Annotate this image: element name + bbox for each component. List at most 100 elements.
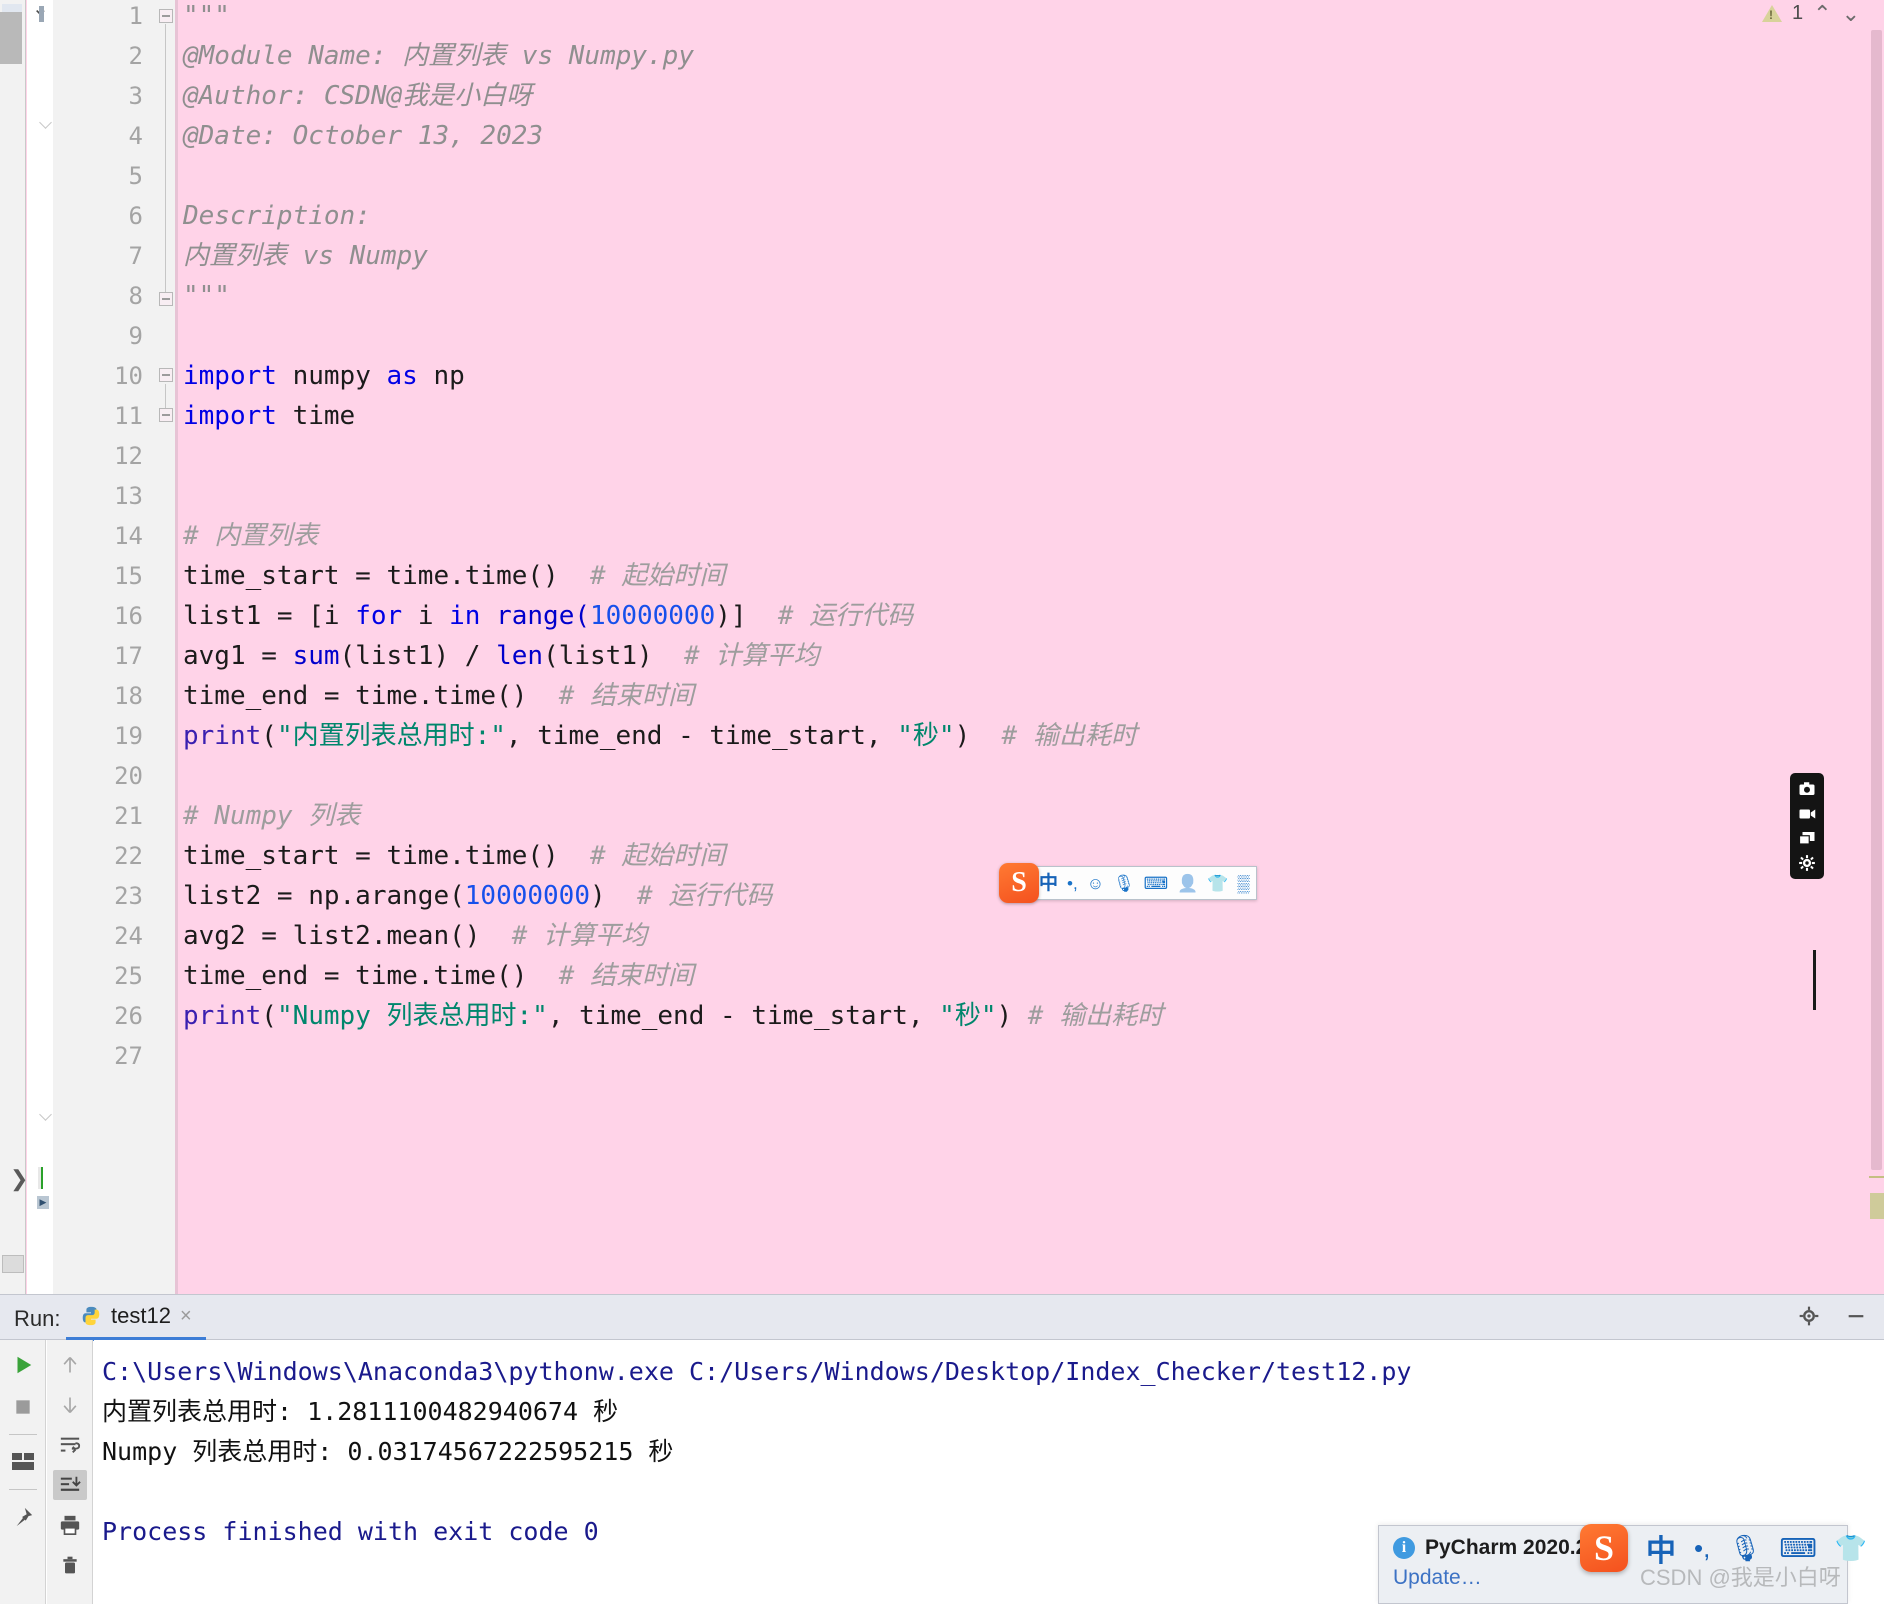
sogou-logo-icon[interactable]: S <box>999 863 1039 903</box>
sogou-logo-icon[interactable]: S <box>1580 1524 1628 1572</box>
ime-voice-icon[interactable]: 🎙 <box>1728 1533 1761 1564</box>
soft-wrap-button[interactable] <box>53 1430 87 1460</box>
clear-all-button[interactable] <box>53 1550 87 1580</box>
screen-recorder-widget[interactable] <box>1790 773 1824 879</box>
ime-skin-icon[interactable]: 👕 <box>1207 875 1228 892</box>
line-number: 5 <box>128 162 143 190</box>
code-token-cmt: # Numpy 列表 <box>183 801 361 831</box>
code-line-23[interactable]: list2 = np.arange(10000000) # 运行代码 <box>183 876 772 916</box>
code-token-def: , time_end - time_start, <box>505 721 898 751</box>
cursor-marker <box>39 6 44 22</box>
code-line-17[interactable]: avg1 = sum(list1) / len(list1) # 计算平均 <box>183 636 819 676</box>
chevron-down-icon[interactable]: ⌄ <box>1842 2 1860 25</box>
code-line-3[interactable]: @Author: CSDN@我是小白呀 <box>183 76 532 116</box>
scrollbar-warning-marker[interactable] <box>1870 1193 1884 1219</box>
code-content[interactable]: """ @Module Name: 内置列表 vs Numpy.py @Author… <box>175 0 1884 1294</box>
code-line-15[interactable]: time_start = time.time() # 起始时间 <box>183 556 725 596</box>
code-editor[interactable]: ❯ ⌄ ▶ 1234567891011121314151617181920212… <box>0 0 1884 1294</box>
code-line-26[interactable]: print("Numpy 列表总用时:", time_end - time_st… <box>183 996 1163 1036</box>
ime-punctuation-icon[interactable]: •, <box>1067 875 1078 892</box>
scrollbar-warning-line[interactable] <box>1869 1176 1884 1178</box>
code-line-19[interactable]: print("内置列表总用时:", time_end - time_start,… <box>183 716 1137 756</box>
run-toolbar-primary[interactable] <box>0 1340 46 1604</box>
gear-icon[interactable] <box>1797 854 1817 872</box>
editor-vertical-scrollbar[interactable] <box>1868 0 1884 1294</box>
code-line-6[interactable]: Description: <box>183 196 371 236</box>
code-token-cmt: # 计算平均 <box>511 921 648 951</box>
code-line-14[interactable]: # 内置列表 <box>183 516 318 556</box>
gear-icon[interactable] <box>1798 1305 1820 1327</box>
chevron-up-icon[interactable]: ⌃ <box>1813 2 1831 25</box>
stop-button[interactable] <box>6 1392 40 1422</box>
code-line-11[interactable]: import time <box>183 396 355 436</box>
code-line-18[interactable]: time_end = time.time() # 结束时间 <box>183 676 694 716</box>
ime-punctuation-icon[interactable]: •, <box>1694 1533 1710 1564</box>
code-line-22[interactable]: time_start = time.time() # 起始时间 <box>183 836 725 876</box>
code-line-8[interactable]: """ <box>183 276 230 316</box>
code-line-25[interactable]: time_end = time.time() # 结束时间 <box>183 956 694 996</box>
minimize-icon[interactable] <box>1844 1305 1868 1327</box>
inspection-widget[interactable]: 1 ⌃ ⌄ <box>1762 2 1860 25</box>
ime-skin-icon[interactable]: 👕 <box>1835 1533 1867 1564</box>
code-token-doc: 内置列表 vs Numpy <box>183 241 428 271</box>
camera-icon[interactable] <box>1797 780 1817 798</box>
chevron-right-icon[interactable]: ❯ <box>10 1168 28 1190</box>
ime-emoji-icon[interactable]: ☺ <box>1087 875 1104 892</box>
print-button[interactable] <box>53 1510 87 1540</box>
run-tab-test12[interactable]: test12 × <box>66 1295 206 1341</box>
fold-tick-icon[interactable] <box>39 1108 52 1121</box>
code-line-21[interactable]: # Numpy 列表 <box>183 796 360 836</box>
scroll-to-end-button[interactable] <box>52 1470 87 1500</box>
line-number: 2 <box>128 42 143 70</box>
code-token-print: print <box>183 1001 262 1031</box>
csdn-watermark: CSDN @我是小白呀 <box>1640 1565 1841 1590</box>
close-icon[interactable]: × <box>180 1305 192 1328</box>
left-tool-strip[interactable]: ❯ <box>0 0 28 1294</box>
ime-keyboard-icon[interactable]: ⌨ <box>1144 875 1169 892</box>
code-line-16[interactable]: list1 = [i for i in range(10000000)] # 运… <box>183 596 913 636</box>
line-number: 17 <box>114 642 143 670</box>
video-icon[interactable] <box>1797 805 1817 823</box>
code-line-1[interactable]: """ <box>183 0 230 36</box>
console-line-3: Numpy 列表总用时: 0.03174567222595215 秒 <box>102 1437 674 1466</box>
code-fold-ribbon[interactable] <box>157 0 175 1294</box>
ime-keyboard-icon[interactable]: ⌨ <box>1779 1533 1817 1564</box>
ime-account-icon[interactable]: 👤 <box>1177 875 1198 892</box>
editor-fold-column[interactable]: ⌄ ▶ <box>27 0 53 1294</box>
run-header-actions[interactable] <box>1798 1305 1868 1327</box>
line-number: 18 <box>114 682 143 710</box>
code-token-cmt: # 运行代码 <box>636 881 773 911</box>
code-line-7[interactable]: 内置列表 vs Numpy <box>183 236 428 276</box>
code-token-kw: for <box>355 601 418 631</box>
pin-button[interactable] <box>6 1502 40 1532</box>
code-token-str: "内置列表总用时:" <box>276 721 506 751</box>
next-occurrence-button[interactable] <box>53 1390 87 1420</box>
code-left-edge <box>175 0 178 1294</box>
left-strip-tool-tab[interactable] <box>0 12 22 64</box>
bookmark-icon[interactable]: ▶ <box>37 1196 49 1209</box>
rerun-button[interactable] <box>6 1350 40 1380</box>
scrollbar-thumb[interactable] <box>1871 30 1882 1170</box>
fold-marker-imports-end[interactable] <box>159 408 173 430</box>
fold-marker-docstring-end[interactable] <box>159 292 173 314</box>
run-panel-header: Run: test12 × <box>0 1294 1884 1341</box>
code-line-4[interactable]: @Date: October 13, 2023 <box>183 116 543 156</box>
ime-voice-icon[interactable]: 🎙 <box>1113 875 1135 892</box>
code-line-10[interactable]: import numpy as np <box>183 356 465 396</box>
console-line-2: 内置列表总用时: 1.2811100482940674 秒 <box>102 1397 619 1426</box>
code-line-2[interactable]: @Module Name: 内置列表 vs Numpy.py <box>183 36 694 76</box>
code-token-cmt: # 起始时间 <box>590 841 726 871</box>
layout-button[interactable] <box>6 1447 40 1477</box>
sogou-ime-floating-bar[interactable]: S 中 •, ☺ 🎙 ⌨ 👤 👕 ▒ <box>999 863 1257 903</box>
code-token-fn: sum <box>292 641 340 671</box>
fold-range-line <box>165 384 167 408</box>
ime-language-toggle[interactable]: 中 <box>1039 874 1058 893</box>
run-toolbar-secondary[interactable] <box>47 1340 93 1604</box>
ime-toolbox-icon[interactable]: ▒ <box>1238 875 1250 892</box>
left-strip-bottom-button[interactable] <box>2 1255 24 1273</box>
code-line-24[interactable]: avg2 = list2.mean() # 计算平均 <box>183 916 647 956</box>
window-icon[interactable] <box>1797 829 1817 847</box>
fold-tick-icon[interactable] <box>39 116 52 129</box>
prev-occurrence-button[interactable] <box>53 1350 87 1380</box>
run-panel-label: Run: <box>14 1306 61 1331</box>
